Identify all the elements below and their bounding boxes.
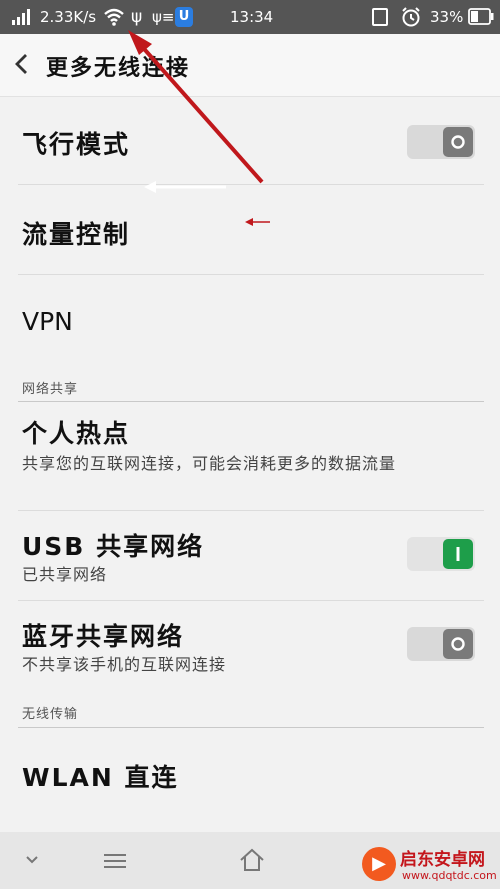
toggle-knob [443, 127, 473, 157]
hotspot-description: 共享您的互联网连接，可能会消耗更多的数据流量 [22, 454, 397, 473]
bluetooth-tethering-label: 蓝牙共享网络 [22, 622, 185, 651]
home-icon[interactable] [238, 848, 266, 872]
usb-icon: ψ [131, 7, 143, 27]
alarm-icon [402, 7, 420, 27]
section-header-network-sharing: 网络共享 [22, 382, 79, 397]
usb-tethering-label: USB 共享网络 [22, 532, 205, 561]
toggle-on-icon [456, 547, 460, 561]
usb-tethering-toggle[interactable] [407, 537, 475, 571]
setting-airplane-mode[interactable]: 飞行模式 [0, 97, 500, 185]
vpn-label: VPN [22, 307, 73, 336]
airplane-mode-toggle[interactable] [407, 125, 475, 159]
toggle-knob [443, 539, 473, 569]
clock-time: 13:34 [230, 8, 274, 26]
toggle-off-icon [451, 637, 465, 651]
shield-app-icon: U [175, 7, 193, 27]
setting-wlan-direct[interactable]: WLAN 直连 [0, 728, 500, 818]
page-title: 更多无线连接 [46, 56, 191, 81]
setting-personal-hotspot[interactable]: 个人热点 共享您的互联网连接，可能会消耗更多的数据流量 [0, 402, 500, 510]
toggle-off-icon [451, 135, 465, 149]
chevron-down-icon[interactable] [24, 854, 40, 866]
hotspot-label: 个人热点 [22, 419, 131, 448]
network-speed: 2.33K/s [40, 8, 97, 26]
watermark-logo: ▶ [362, 847, 396, 881]
wlan-direct-label: WLAN 直连 [22, 763, 179, 792]
bluetooth-tethering-toggle[interactable] [407, 627, 475, 661]
wifi-icon [104, 8, 124, 26]
watermark-url: www.qdqtdc.com [402, 869, 497, 882]
status-bar: 2.33K/s ψ ψ≡ U 13:34 33% [0, 0, 500, 34]
battery-level: 33% [430, 8, 464, 26]
setting-bluetooth-tethering[interactable]: 蓝牙共享网络 不共享该手机的互联网连接 [0, 601, 500, 690]
setting-usb-tethering[interactable]: USB 共享网络 已共享网络 [0, 511, 500, 600]
setting-traffic-control[interactable]: 流量控制 [0, 185, 500, 274]
battery-icon [468, 8, 494, 25]
usb-debug-icon: ψ≡ [152, 8, 175, 26]
vibrate-icon [372, 8, 388, 26]
traffic-control-label: 流量控制 [22, 220, 131, 249]
setting-vpn[interactable]: VPN [0, 275, 500, 365]
airplane-mode-label: 飞行模式 [22, 130, 131, 159]
app-bar: 更多无线连接 [0, 34, 500, 97]
menu-icon[interactable] [102, 852, 128, 870]
signal-icon [12, 9, 30, 25]
section-header-wireless-transfer: 无线传输 [22, 707, 79, 722]
watermark: ▶ 启东安卓网 www.qdqtdc.com [358, 845, 500, 889]
back-arrow-icon[interactable] [12, 49, 34, 79]
watermark-brand: 启东安卓网 [400, 850, 485, 870]
toggle-knob [443, 629, 473, 659]
